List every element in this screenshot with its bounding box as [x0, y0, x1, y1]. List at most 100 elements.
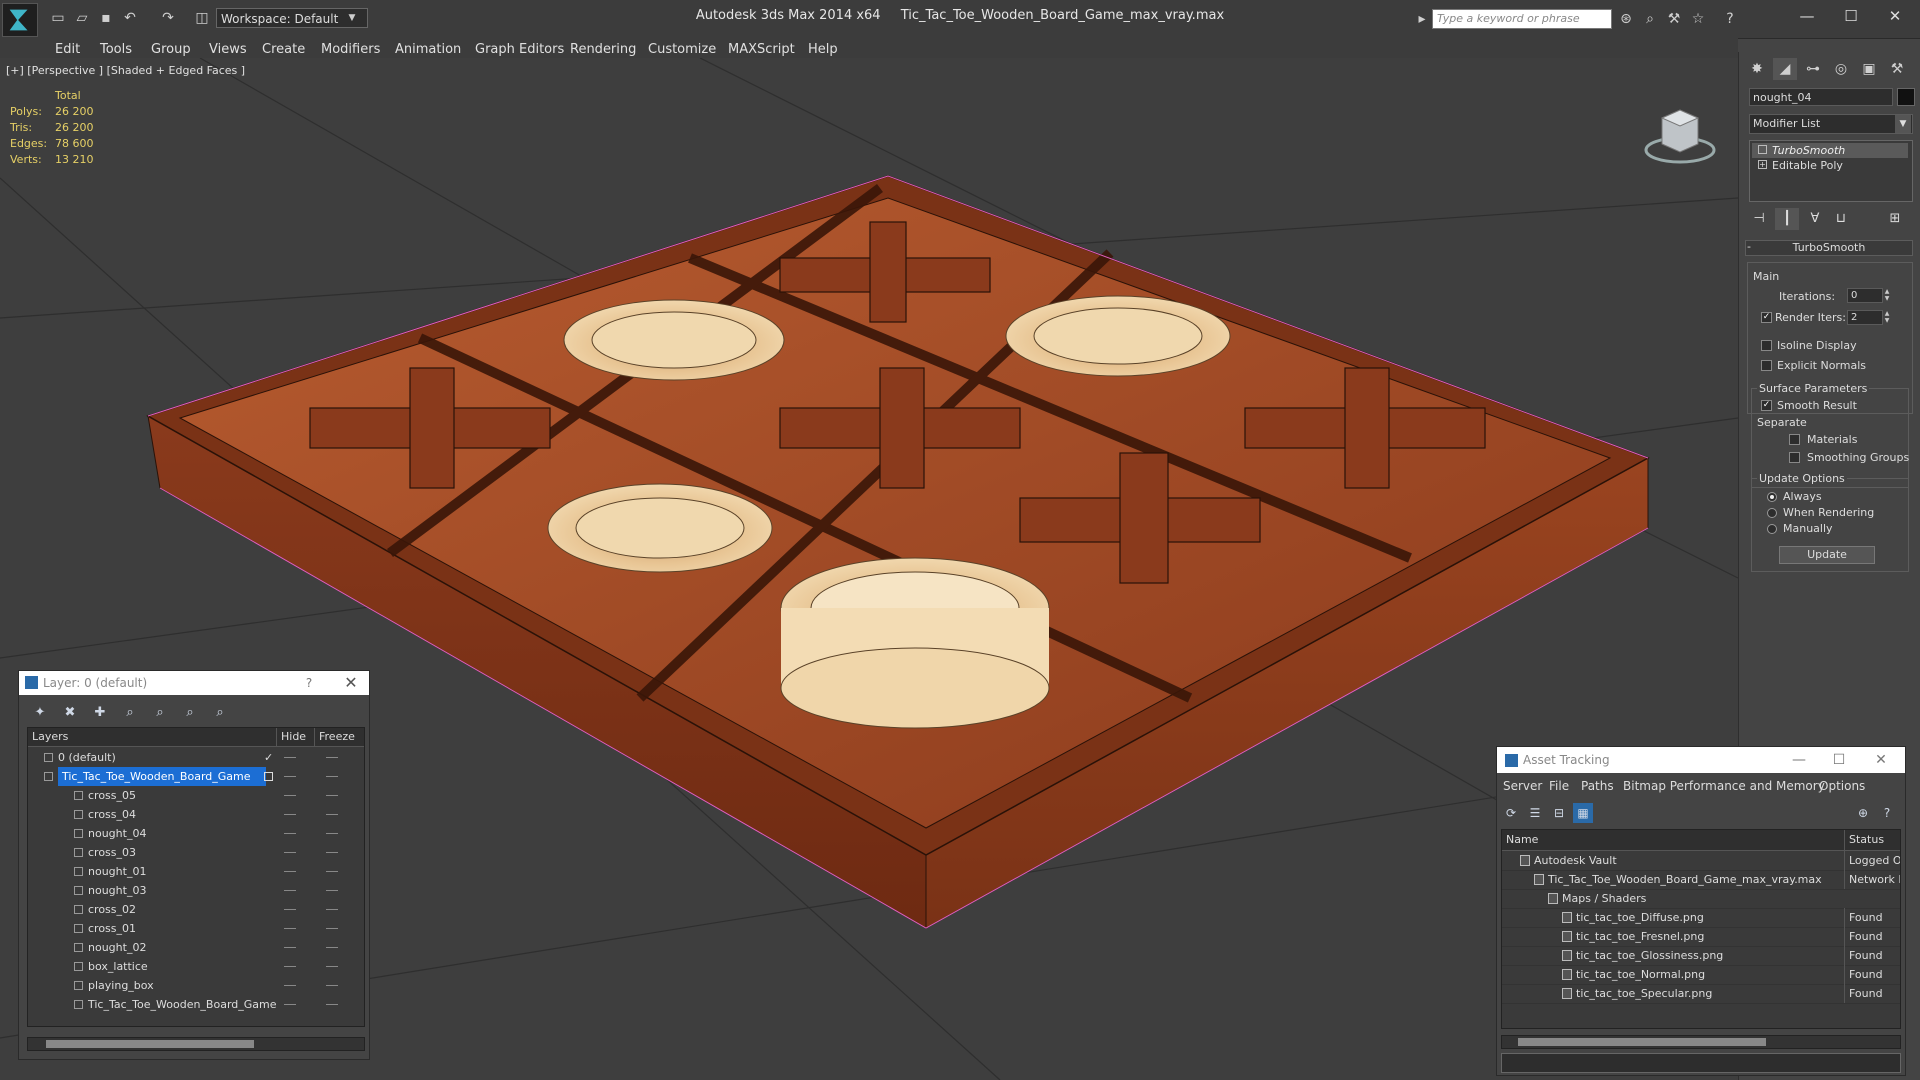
hide-toggle[interactable] — [284, 966, 296, 967]
configure-sets-icon[interactable]: ⊞ — [1883, 208, 1907, 230]
freeze-toggle[interactable] — [326, 890, 338, 891]
layer-row[interactable]: cross_03 — [28, 843, 364, 862]
render-iters-checkbox[interactable]: ✓ — [1761, 312, 1772, 323]
new-file-icon[interactable]: ▭ — [48, 8, 68, 28]
expand-icon[interactable]: + — [1758, 160, 1767, 169]
modify-tab-icon[interactable]: ◢ — [1773, 58, 1797, 80]
show-end-result-icon[interactable]: ┃ — [1775, 208, 1799, 230]
freeze-toggle[interactable] — [326, 1004, 338, 1005]
lightbulb-icon[interactable] — [1758, 145, 1767, 154]
materials-checkbox[interactable] — [1789, 434, 1800, 445]
vault-status-icon[interactable]: ⊕ — [1853, 803, 1873, 823]
smoothing-groups-checkbox[interactable] — [1789, 452, 1800, 463]
set-current-layer-icon[interactable] — [264, 772, 273, 781]
close-icon[interactable]: ✕ — [1861, 747, 1901, 773]
viewcube[interactable] — [1640, 88, 1720, 168]
isoline-display-checkbox[interactable] — [1761, 340, 1772, 351]
asset-row[interactable]: tic_tac_toe_Specular.png Found — [1502, 984, 1900, 1004]
pin-stack-icon[interactable]: ⊣ — [1747, 208, 1771, 230]
chevron-down-icon[interactable]: ▼ — [344, 8, 360, 28]
refresh-icon[interactable]: ⟳ — [1501, 803, 1521, 823]
help-icon[interactable]: ? — [1720, 9, 1740, 29]
modifier-list-dropdown[interactable]: Modifier List — [1749, 114, 1913, 134]
motion-tab-icon[interactable]: ◎ — [1829, 58, 1853, 80]
always-radio[interactable] — [1767, 492, 1777, 502]
make-unique-icon[interactable]: ∀ — [1803, 208, 1827, 230]
hide-toggle[interactable] — [284, 909, 296, 910]
explicit-normals-checkbox[interactable] — [1761, 360, 1772, 371]
minimize-icon[interactable]: — — [1779, 747, 1819, 773]
freeze-toggle[interactable] — [326, 833, 338, 834]
layer-row[interactable]: cross_02 — [28, 900, 364, 919]
freeze-toggle[interactable] — [326, 871, 338, 872]
layer-row[interactable]: nought_04 — [28, 824, 364, 843]
horizontal-scrollbar[interactable] — [1501, 1035, 1901, 1049]
layer-row[interactable]: Tic_Tac_Toe_Wooden_Board_Game — [28, 767, 364, 786]
star-icon[interactable]: ☆ — [1688, 9, 1708, 29]
column-hide[interactable]: Hide — [276, 728, 306, 746]
asset-path-field[interactable] — [1501, 1053, 1901, 1073]
freeze-toggle[interactable] — [326, 966, 338, 967]
redo-icon[interactable]: ↷ — [158, 8, 178, 28]
hold-icon[interactable]: ◫ — [192, 8, 212, 28]
freeze-toggle[interactable] — [326, 928, 338, 929]
menu-group[interactable]: Group — [151, 42, 191, 57]
object-name-field[interactable]: nought_04 — [1749, 88, 1893, 106]
hide-toggle[interactable] — [284, 776, 296, 777]
asset-row[interactable]: tic_tac_toe_Glossiness.png Found — [1502, 946, 1900, 966]
menu-create[interactable]: Create — [262, 42, 305, 57]
asset-row[interactable]: tic_tac_toe_Normal.png Found — [1502, 965, 1900, 985]
hide-toggle[interactable] — [284, 795, 296, 796]
hide-toggle[interactable] — [284, 1004, 296, 1005]
freeze-toggle[interactable] — [326, 776, 338, 777]
object-color-swatch[interactable] — [1897, 88, 1915, 106]
hide-toggle[interactable] — [284, 928, 296, 929]
current-layer-check-icon[interactable]: ✓ — [264, 748, 273, 767]
layer-row[interactable]: 0 (default) ✓ — [28, 748, 364, 767]
utilities-tab-icon[interactable]: ⚒ — [1885, 58, 1909, 80]
asset-row[interactable]: Maps / Shaders — [1502, 889, 1900, 909]
search-input[interactable]: Type a keyword or phrase — [1432, 9, 1612, 29]
render-iters-spinner[interactable]: 2 — [1847, 310, 1883, 325]
layer-row[interactable]: cross_04 — [28, 805, 364, 824]
viewport-label[interactable]: [+] [Perspective ] [Shaded + Edged Faces… — [6, 64, 245, 77]
hide-toggle[interactable] — [284, 757, 296, 758]
layer-row[interactable]: nought_01 — [28, 862, 364, 881]
create-tab-icon[interactable]: ✸ — [1745, 58, 1769, 80]
add-to-layer-icon[interactable]: ✚ — [89, 703, 111, 723]
freeze-all-icon[interactable]: ⌕ — [209, 703, 231, 723]
menu-graph-editors[interactable]: Graph Editors — [475, 42, 564, 57]
menu-rendering[interactable]: Rendering — [570, 42, 636, 57]
freeze-toggle[interactable] — [326, 795, 338, 796]
delete-layer-icon[interactable]: ✖ — [59, 703, 81, 723]
binoculars-icon[interactable]: ⊛ — [1616, 9, 1636, 29]
menu-server[interactable]: Server — [1503, 779, 1542, 793]
menu-file[interactable]: File — [1549, 779, 1569, 793]
menu-paths[interactable]: Paths — [1581, 779, 1614, 793]
help-icon[interactable]: ? — [1877, 803, 1897, 823]
save-icon[interactable]: ▪ — [96, 8, 116, 28]
freeze-toggle[interactable] — [326, 985, 338, 986]
maximize-icon[interactable]: ☐ — [1819, 747, 1859, 773]
asset-row[interactable]: Tic_Tac_Toe_Wooden_Board_Game_max_vray.m… — [1502, 870, 1900, 890]
menu-bitmap-performance[interactable]: Bitmap Performance and Memory — [1623, 779, 1825, 793]
asset-row[interactable]: tic_tac_toe_Diffuse.png Found — [1502, 908, 1900, 928]
stack-item-turbosmooth[interactable]: TurboSmooth — [1752, 143, 1908, 158]
layer-row[interactable]: cross_05 — [28, 786, 364, 805]
list-view-icon[interactable]: ☰ — [1525, 803, 1545, 823]
play-icon[interactable]: ▸ — [1412, 9, 1432, 29]
search-icon[interactable]: ⌕ — [1640, 9, 1660, 29]
scrollbar-thumb[interactable] — [1518, 1038, 1766, 1046]
create-layer-icon[interactable]: ✦ — [29, 703, 51, 723]
hide-toggle[interactable] — [284, 871, 296, 872]
when-rendering-radio[interactable] — [1767, 508, 1777, 518]
freeze-toggle[interactable] — [326, 852, 338, 853]
open-file-icon[interactable]: ▱ — [72, 8, 92, 28]
subscription-icon[interactable]: ⚒ — [1664, 9, 1684, 29]
tree-view-icon[interactable]: ⊟ — [1549, 803, 1569, 823]
minimize-icon[interactable]: — — [1784, 4, 1830, 28]
spinner-arrows-icon[interactable]: ▲ ▼ — [1883, 310, 1891, 325]
update-button[interactable]: Update — [1779, 546, 1875, 564]
help-icon[interactable]: ? — [299, 671, 319, 695]
maximize-icon[interactable]: ☐ — [1828, 4, 1874, 28]
